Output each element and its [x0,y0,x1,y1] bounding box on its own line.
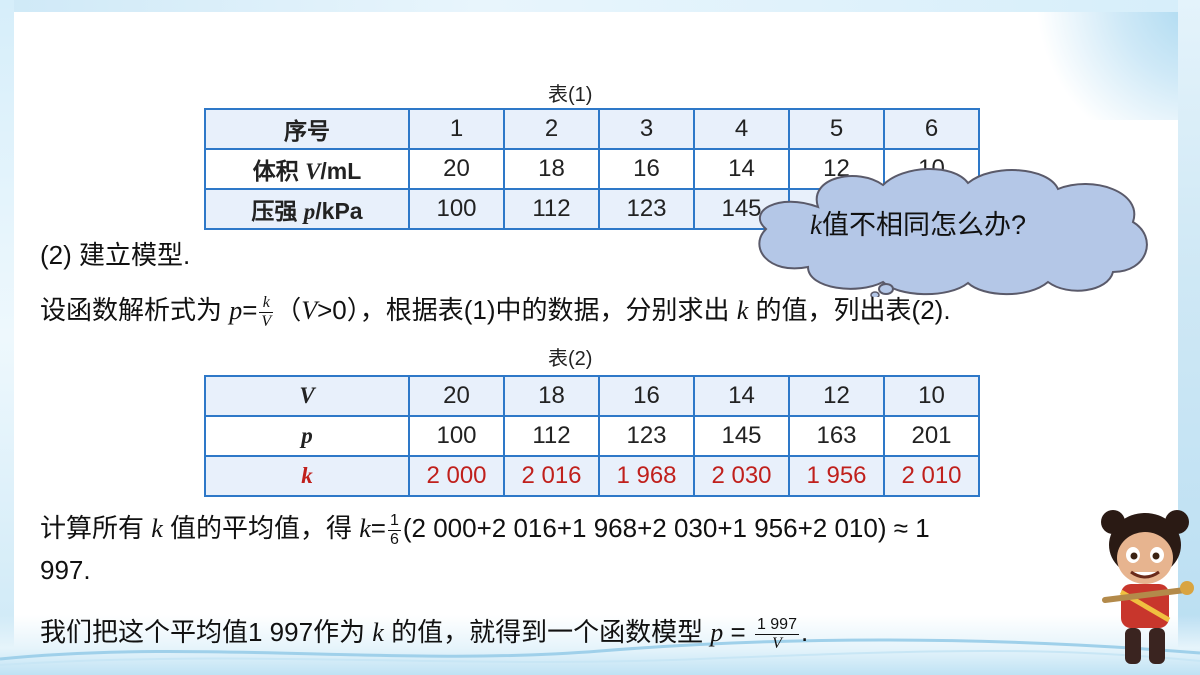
table-cell: 100 [408,188,505,230]
step-heading: (2) 建立模型. [40,240,191,270]
table-cell: 5 [788,108,885,150]
table-cell: 16 [598,375,695,417]
row-header: 压强 p/kPa [204,188,410,230]
fraction: 1 997 V [754,615,799,652]
table-row: V 20 18 16 14 12 10 [204,375,980,417]
table-cell: 100 [408,415,505,457]
table-cell: 123 [598,415,695,457]
fraction: kV [259,293,274,330]
table-cell: 2 010 [883,455,980,497]
table-cell: 2 030 [693,455,790,497]
table-cell: 18 [503,375,600,417]
table-cell: 201 [883,415,980,457]
table-row: k 2 000 2 016 1 968 2 030 1 956 2 010 [204,455,980,497]
table-cell: 2 [503,108,600,150]
table-cell: 112 [503,188,600,230]
table-cell: 1 956 [788,455,885,497]
row-header: 序号 [204,108,410,150]
average-line-cont: 997. [40,555,91,585]
table-cell: 1 [408,108,505,150]
table-cell: 20 [408,148,505,190]
row-header: V [204,375,410,417]
table-cell: 6 [883,108,980,150]
table-row: p 100 112 123 145 163 201 [204,415,980,457]
cartoon-character-image [1101,510,1194,664]
table2-caption: 表(2) [548,348,593,370]
slide: 表(1) 序号 1 2 3 4 5 6 体积 V/mL 20 18 16 14 … [0,0,1200,675]
table-cell: 145 [693,415,790,457]
table-row: 序号 1 2 3 4 5 6 [204,108,980,150]
formula-line: 设函数解析式为 p= k V （V>0），根据表(1)中的数据，分别求出 k 的值，列… [40,293,951,330]
table-cell: 163 [788,415,885,457]
table1-caption: 表(1) [548,84,593,106]
table-cell: 14 [693,375,790,417]
table-cell: 20 [408,375,505,417]
table-cell: 2 016 [503,455,600,497]
table-cell: 123 [598,188,695,230]
model-line: 我们把这个平均值1 997作为 k 的值，就得到一个函数模型 p = 1 997… [40,615,809,652]
fraction: 16 [387,511,401,548]
average-line: 计算所有 k 值的平均值，得 k= 1 6 (2 000+2 016+1 968+2 … [40,511,930,548]
table-cell: 112 [503,415,600,457]
table2: V 20 18 16 14 12 10 p 100 112 123 145 16… [204,375,980,497]
table-cell: 2 000 [408,455,505,497]
table-cell: 1 968 [598,455,695,497]
row-header: p [204,415,410,457]
row-header: k [204,455,410,497]
table-cell: 10 [883,375,980,417]
decor-corner [1000,0,1200,120]
decor-top-band [0,0,1200,12]
table-cell: 4 [693,108,790,150]
table-cell: 16 [598,148,695,190]
decor-left-band [0,0,14,675]
table-cell: 3 [598,108,695,150]
table-cell: 18 [503,148,600,190]
bubble-text: k值不相同怎么办? [810,210,1027,240]
table-cell: 12 [788,375,885,417]
row-header: 体积 V/mL [204,148,410,190]
